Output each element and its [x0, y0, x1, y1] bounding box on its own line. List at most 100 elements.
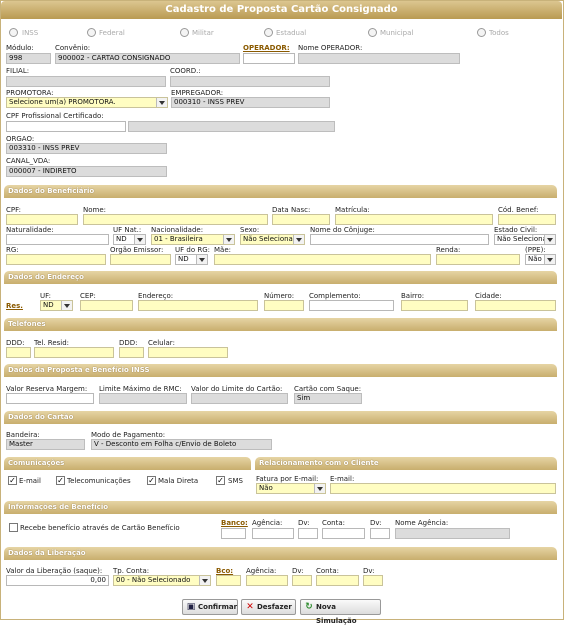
data-nasc-input[interactable] — [272, 214, 330, 225]
radio-militar[interactable] — [180, 28, 189, 37]
mala-direta-checkbox[interactable]: ✓ — [147, 476, 156, 485]
bairro-input[interactable] — [401, 300, 468, 311]
lib-conta-input[interactable] — [316, 575, 359, 586]
res-link[interactable]: Res. — [6, 302, 23, 311]
bandeira-field: Master — [6, 439, 85, 450]
complemento-input[interactable] — [309, 300, 394, 311]
mae-input[interactable] — [214, 254, 431, 265]
lib-agencia-input[interactable] — [246, 575, 288, 586]
orgao-emissor-input[interactable] — [110, 254, 171, 265]
ddd2-input[interactable] — [119, 347, 144, 358]
section-relacionamento: Relacionamento com o Cliente — [255, 457, 557, 470]
dv1-input[interactable] — [298, 528, 318, 539]
uf-nat-select[interactable]: ND — [113, 234, 146, 245]
operador-input[interactable] — [243, 53, 295, 64]
radio-inss[interactable] — [9, 28, 18, 37]
cpf-prof-label: CPF Profissional Certificado: — [6, 112, 104, 120]
nome-agencia-label: Nome Agência: — [395, 519, 449, 527]
agencia-label: Agência: — [252, 519, 283, 527]
radio-federal[interactable] — [87, 28, 96, 37]
lib-dv2-input[interactable] — [363, 575, 383, 586]
ppe-select[interactable]: Não — [525, 254, 556, 265]
chevron-down-icon — [226, 238, 232, 242]
chevron-down-icon — [137, 238, 143, 242]
uf-rg-select[interactable]: ND — [175, 254, 208, 265]
cidade-input[interactable] — [475, 300, 556, 311]
section-telefones: Telefones — [4, 318, 557, 331]
confirmar-button[interactable]: ▣ Confirmar — [182, 599, 238, 615]
desfazer-button[interactable]: ✕ Desfazer — [241, 599, 296, 615]
chevron-down-icon — [199, 258, 205, 262]
recebe-beneficio-checkbox[interactable] — [9, 523, 18, 532]
cpf-prof-input[interactable] — [6, 121, 126, 132]
section-comunicacoes: Comunicações — [4, 457, 251, 470]
matricula-input[interactable] — [335, 214, 493, 225]
ppe-value: Não — [528, 255, 542, 263]
radio-municipal[interactable] — [368, 28, 377, 37]
chevron-down-icon — [159, 101, 165, 105]
reserva-input[interactable] — [6, 393, 94, 404]
confirmar-label: Confirmar — [198, 603, 238, 611]
numero-input[interactable] — [264, 300, 304, 311]
banco-input[interactable] — [221, 528, 246, 539]
celular-input[interactable] — [148, 347, 228, 358]
filial-field — [6, 76, 166, 87]
banco-link[interactable]: Banco: — [221, 519, 248, 528]
radio-todos[interactable] — [477, 28, 486, 37]
section-endereco: Dados do Endereço — [4, 271, 557, 284]
email-checkbox[interactable]: ✓ — [8, 476, 17, 485]
refresh-icon: ↻ — [305, 602, 313, 612]
valor-liberacao-input[interactable]: 0,00 — [6, 575, 109, 586]
nacionalidade-select[interactable]: 01 - Brasileira — [151, 234, 235, 245]
tp-conta-value: 00 - Não Selecionado — [116, 576, 191, 584]
promotora-select[interactable]: Selecione um(a) PROMOTORA. — [6, 97, 168, 108]
canal-field: 000007 - INDIRETO — [6, 166, 167, 177]
agencia-input[interactable] — [252, 528, 294, 539]
radio-label-todos: Todos — [489, 29, 509, 37]
empregador-field: 000310 - INSS PREV — [171, 97, 330, 108]
uf-nat-value: ND — [116, 235, 127, 243]
dv1-label: Dv: — [298, 519, 310, 527]
sexo-select[interactable]: Não Selecionado — [240, 234, 305, 245]
uf-select[interactable]: ND — [40, 300, 73, 311]
radio-label-federal: Federal — [99, 29, 125, 37]
section-beneficio: Informações de Benefício — [4, 501, 557, 514]
fatura-select[interactable]: Não — [256, 483, 326, 494]
coord-label: COORD.: — [170, 67, 201, 75]
conta-input[interactable] — [322, 528, 365, 539]
chevron-down-icon — [547, 238, 553, 242]
nome-operador-field — [298, 53, 460, 64]
conjuge-input[interactable] — [310, 234, 489, 245]
radio-estadual[interactable] — [264, 28, 273, 37]
bco-input[interactable] — [216, 575, 241, 586]
canal-label: CANAL_VDA: — [6, 157, 51, 165]
operador-label[interactable]: OPERADOR: — [243, 44, 290, 53]
radio-label-inss: INSS — [22, 29, 39, 37]
telecom-checkbox[interactable]: ✓ — [56, 476, 65, 485]
lib-dv1-input[interactable] — [292, 575, 312, 586]
filial-label: FILIAL: — [6, 67, 30, 75]
chevron-down-icon — [547, 258, 553, 262]
dv2-input[interactable] — [370, 528, 390, 539]
estado-civil-select[interactable]: Não Selecionado — [494, 234, 556, 245]
naturalidade-input[interactable] — [6, 234, 109, 245]
section-beneficiario: Dados do Beneficiário — [4, 185, 557, 198]
modulo-label: Módulo: — [6, 44, 34, 52]
nome-input[interactable] — [83, 214, 268, 225]
uf-rg-value: ND — [178, 255, 189, 263]
tp-conta-select[interactable]: 00 - Não Selecionado — [113, 575, 211, 586]
tel-input[interactable] — [34, 347, 114, 358]
renda-input[interactable] — [436, 254, 520, 265]
cod-benef-input[interactable] — [498, 214, 556, 225]
nova-simulacao-button[interactable]: ↻ Nova Simulação — [300, 599, 381, 625]
valor-limite-field — [191, 393, 288, 404]
rg-input[interactable] — [6, 254, 106, 265]
relacionamento-email-input[interactable] — [330, 483, 556, 494]
radio-label-municipal: Municipal — [380, 29, 414, 37]
cep-input[interactable] — [80, 300, 133, 311]
dv2-label: Dv: — [370, 519, 382, 527]
ddd1-input[interactable] — [6, 347, 31, 358]
cpf-input[interactable] — [6, 214, 78, 225]
endereco-input[interactable] — [138, 300, 258, 311]
sms-checkbox[interactable]: ✓ — [216, 476, 225, 485]
